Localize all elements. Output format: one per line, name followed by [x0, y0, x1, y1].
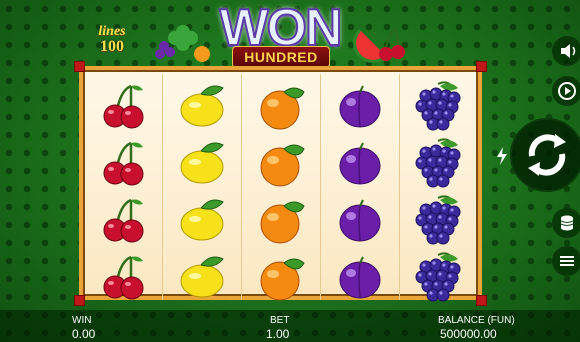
grapes-symbol — [412, 194, 466, 246]
lines-badge: lines 100 — [88, 25, 136, 55]
logo-subtitle: HUNDRED — [232, 46, 330, 68]
reel-2 — [163, 74, 240, 300]
lemon-symbol — [175, 137, 229, 189]
balance-value: 500000.00 — [440, 327, 497, 341]
frame-corner — [476, 61, 487, 72]
lightning-icon — [497, 147, 507, 165]
reel-4 — [321, 74, 398, 300]
reel-1 — [85, 74, 162, 300]
bet-label: BET — [270, 315, 290, 326]
status-bar: WIN 0.00 BET 1.00 BALANCE (FUN) 500000.0… — [0, 310, 580, 342]
cherry-symbol — [97, 80, 151, 132]
cherry-symbol — [97, 137, 151, 189]
reel-board — [79, 66, 482, 303]
cherry-symbol — [97, 251, 151, 303]
lemon-symbol — [175, 80, 229, 132]
reel-3 — [242, 74, 319, 303]
frame-corner — [74, 295, 85, 306]
coin-stack-icon — [560, 215, 574, 231]
frame-corner — [476, 295, 487, 306]
orange-symbol — [254, 194, 308, 246]
grapes-symbol — [412, 137, 466, 189]
grapes-symbol — [412, 251, 466, 303]
speaker-icon — [561, 44, 576, 58]
turbo-button[interactable] — [494, 146, 510, 166]
lemon-symbol — [175, 251, 229, 303]
orange-symbol — [254, 137, 308, 189]
autoplay-button[interactable] — [552, 76, 580, 106]
sound-button[interactable] — [552, 36, 580, 66]
refresh-arrows-icon — [528, 134, 566, 176]
orange-symbol — [254, 251, 308, 303]
spin-button[interactable] — [510, 118, 580, 192]
plum-symbol — [333, 80, 387, 132]
plum-symbol — [333, 251, 387, 303]
lines-label: lines — [98, 24, 126, 39]
lines-count: 100 — [100, 38, 124, 55]
win-value: 0.00 — [72, 327, 96, 341]
balance-label: BALANCE (FUN) — [438, 315, 515, 326]
hamburger-menu-icon — [560, 256, 574, 266]
game-logo: WON HUNDRED — [150, 1, 410, 68]
plum-symbol — [333, 137, 387, 189]
menu-button[interactable] — [552, 246, 580, 276]
cherry-symbol — [97, 194, 151, 246]
bet-value: 1.00 — [266, 327, 290, 341]
grapes-symbol — [412, 80, 466, 132]
win-label: WIN — [72, 315, 92, 326]
orange-symbol — [254, 80, 308, 132]
bet-button[interactable] — [552, 208, 580, 238]
reel-5 — [400, 74, 477, 303]
play-circle-icon — [558, 82, 576, 100]
frame-corner — [74, 61, 85, 72]
lemon-symbol — [175, 194, 229, 246]
plum-symbol — [333, 194, 387, 246]
